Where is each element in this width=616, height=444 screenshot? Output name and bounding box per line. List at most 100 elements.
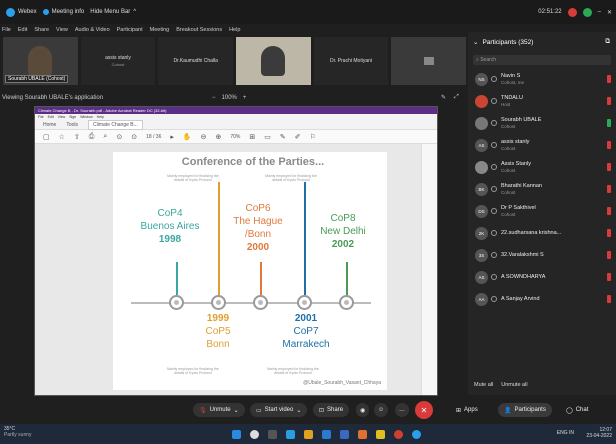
acrobat-menu-sign[interactable]: Sign <box>69 115 76 119</box>
participant-row[interactable]: DS Dr P Sakthivel Cohost <box>468 200 616 222</box>
mic-icon[interactable] <box>607 229 611 237</box>
minimize-icon[interactable]: – <box>598 9 601 15</box>
mic-icon[interactable] <box>607 295 611 303</box>
mic-icon[interactable] <box>607 207 611 215</box>
recording-icon[interactable] <box>567 7 577 17</box>
save-icon[interactable]: ▢ <box>43 133 50 141</box>
page-down-icon[interactable]: ⊙ <box>131 133 137 141</box>
chevron-down-icon[interactable]: ⌄ <box>473 38 478 46</box>
chrome-icon[interactable] <box>394 430 403 439</box>
mic-icon[interactable] <box>607 251 611 259</box>
participant-row[interactable]: TNDALU Host <box>468 90 616 112</box>
highlight-icon[interactable]: ✎ <box>280 133 286 141</box>
app-icon[interactable] <box>376 430 385 439</box>
participant-row[interactable]: Assis Stanly Cohost <box>468 156 616 178</box>
acrobat-zoom[interactable]: 70% <box>230 134 240 140</box>
participants-search[interactable]: ⌕ Search <box>473 55 611 65</box>
fullscreen-icon[interactable]: ⤢ <box>454 94 459 101</box>
participant-row[interactable]: AS A SOWNDHARYA <box>468 266 616 288</box>
system-clock[interactable]: 12:07 23-04-2022 <box>586 427 612 439</box>
stamp-icon[interactable]: ⚐ <box>310 133 316 141</box>
unmute-all-button[interactable]: Unmute all <box>501 382 527 388</box>
participant-row[interactable]: Sourabh UBALE Cohost <box>468 112 616 134</box>
acrobat-menu-view[interactable]: View <box>58 115 66 119</box>
language-indicator[interactable]: ENG IN <box>557 430 574 436</box>
mic-icon[interactable] <box>607 141 611 149</box>
annotate-icon[interactable]: ✎ <box>441 94 446 101</box>
zoom-out-button[interactable]: − <box>212 95 216 101</box>
participant-row[interactable]: NS Navin S Cohost, me <box>468 68 616 90</box>
windows-start-icon[interactable] <box>232 430 241 439</box>
bookmark-icon[interactable]: ☆ <box>59 133 65 141</box>
fit-icon[interactable]: ⊞ <box>249 133 255 141</box>
edge-icon[interactable] <box>286 430 295 439</box>
tab-home[interactable]: Home <box>43 122 56 128</box>
zoom-in-button[interactable]: + <box>243 95 247 101</box>
chat-button[interactable]: ◯ Chat <box>560 403 594 417</box>
acrobat-menu-file[interactable]: File <box>38 115 44 119</box>
menu-view[interactable]: View <box>56 27 68 33</box>
menu-file[interactable]: File <box>2 27 11 33</box>
menu-edit[interactable]: Edit <box>18 27 27 33</box>
start-video-button[interactable]: ▭ Start video ⌄ <box>250 403 308 417</box>
mic-icon[interactable] <box>607 185 611 193</box>
participant-row[interactable]: BK Bharathi Kannan Cohost <box>468 178 616 200</box>
hand-icon[interactable]: ✋ <box>183 133 192 141</box>
store-icon[interactable] <box>322 430 331 439</box>
record-button[interactable]: ◉ <box>356 403 370 417</box>
participant-row[interactable]: 3S 32.Varalakshmi S <box>468 244 616 266</box>
mic-icon[interactable] <box>607 273 611 281</box>
mute-all-button[interactable]: Mute all <box>474 382 493 388</box>
comment-icon[interactable]: ▭ <box>264 133 271 141</box>
mic-icon[interactable] <box>607 97 611 105</box>
office-icon[interactable] <box>358 430 367 439</box>
acrobat-menu-help[interactable]: Help <box>97 115 104 119</box>
popout-icon[interactable]: ⧉ <box>605 38 610 46</box>
thumbnail-prachi[interactable]: Dr. Prachi Motiyani <box>313 37 389 85</box>
thumbnail-video[interactable] <box>236 37 311 85</box>
participant-row[interactable]: 2K 22.sudharsana krishna... <box>468 222 616 244</box>
hide-menu-bar-button[interactable]: Hide Menu Bar ^ <box>90 9 136 15</box>
participant-row[interactable]: AA A Sanjay Arvind <box>468 288 616 310</box>
tab-tools[interactable]: Tools <box>66 122 78 128</box>
webex-menu[interactable]: Webex <box>6 7 37 17</box>
participant-row[interactable]: AS assis stanly Cohost <box>468 134 616 156</box>
cursor-icon[interactable]: ▸ <box>170 133 174 141</box>
zoom-out-icon[interactable]: ⊖ <box>201 133 207 141</box>
search-icon[interactable]: ⌕ <box>103 133 107 141</box>
apps-button[interactable]: ⊞ Apps <box>450 403 484 417</box>
network-icon[interactable] <box>582 7 592 17</box>
close-icon[interactable]: ✕ <box>607 9 612 16</box>
more-options-button[interactable]: … <box>395 403 409 417</box>
menu-meeting[interactable]: Meeting <box>150 27 170 33</box>
menu-participant[interactable]: Participant <box>117 27 143 33</box>
thumbnail-more[interactable] <box>391 37 467 85</box>
mic-icon[interactable] <box>607 163 611 171</box>
menu-breakout-sessions[interactable]: Breakout Sessions <box>176 27 222 33</box>
mic-icon[interactable] <box>607 119 611 127</box>
zoom-in-icon[interactable]: ⊕ <box>215 133 221 141</box>
thumbnail-sourabh[interactable]: Sourabh UBALE (Cohost) <box>3 37 78 85</box>
draw-icon[interactable]: ✐ <box>295 133 301 141</box>
page-up-icon[interactable]: ⊙ <box>116 133 122 141</box>
participants-button[interactable]: 👤 Participants <box>498 403 552 417</box>
unmute-button[interactable]: 🎙 Unmute ⌄ <box>193 403 245 417</box>
weather-widget[interactable]: 35°C Partly sunny <box>4 426 32 438</box>
page-number[interactable]: 18 / 36 <box>146 134 161 140</box>
acrobat-right-tools[interactable] <box>421 144 437 395</box>
thumbnail-kaumudhi[interactable]: Dr.Kaumudhi Challa <box>158 37 234 85</box>
acrobat-menu-edit[interactable]: Edit <box>48 115 54 119</box>
thumbnail-assis[interactable]: assis stanly Cohost <box>80 37 156 85</box>
file-explorer-icon[interactable] <box>304 430 313 439</box>
task-view-icon[interactable] <box>268 430 277 439</box>
share-button[interactable]: ⊡ Share <box>313 403 350 417</box>
webex-taskbar-icon[interactable] <box>412 430 421 439</box>
menu-share[interactable]: Share <box>34 27 49 33</box>
search-icon[interactable] <box>250 430 259 439</box>
mail-icon[interactable] <box>340 430 349 439</box>
upload-icon[interactable]: ⇧ <box>74 133 80 141</box>
tab-document[interactable]: Climate Change B... <box>88 119 143 130</box>
leave-meeting-button[interactable]: ✕ <box>415 401 433 419</box>
print-icon[interactable]: ⎙ <box>89 133 95 141</box>
menu-audio-video[interactable]: Audio & Video <box>75 27 110 33</box>
